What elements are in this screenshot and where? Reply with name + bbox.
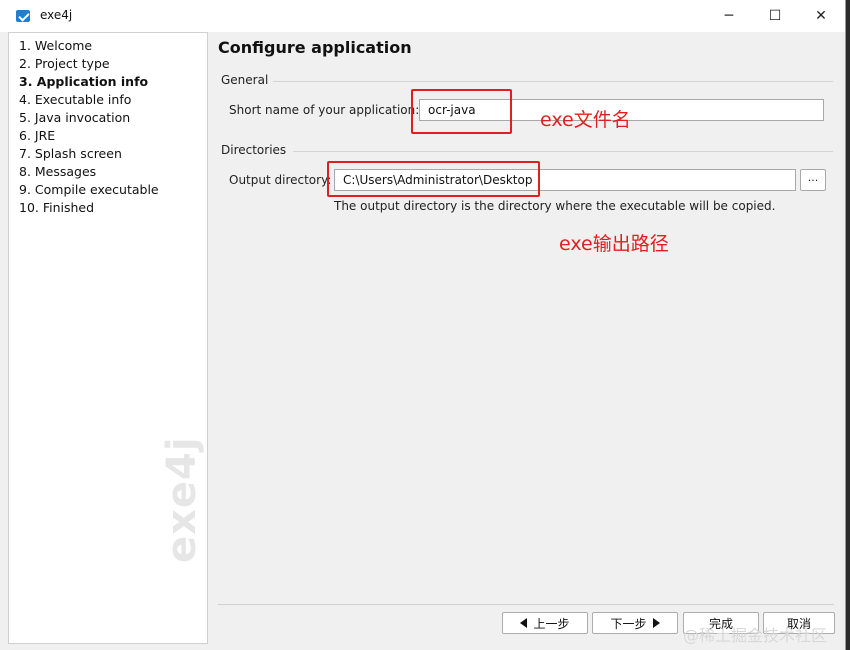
- back-button-label: 上一步: [533, 616, 570, 631]
- arrow-right-icon: [652, 618, 660, 628]
- page-title: Configure application: [218, 38, 412, 57]
- step-java-invocation[interactable]: 5. Java invocation: [19, 110, 130, 125]
- step-finished[interactable]: 10. Finished: [19, 200, 94, 215]
- main-content: Configure application General Short name…: [207, 32, 845, 650]
- next-button-label: 下一步: [610, 616, 647, 631]
- close-button[interactable]: ✕: [798, 0, 844, 32]
- step-jre[interactable]: 6. JRE: [19, 128, 55, 143]
- output-directory-hint: The output directory is the directory wh…: [334, 199, 776, 213]
- step-application-info[interactable]: 3. Application info: [19, 74, 148, 89]
- window-title: exe4j: [40, 8, 73, 22]
- minimize-button[interactable]: ─: [706, 0, 752, 32]
- step-messages[interactable]: 8. Messages: [19, 164, 96, 179]
- step-project-type[interactable]: 2. Project type: [19, 56, 110, 71]
- step-executable-info[interactable]: 4. Executable info: [19, 92, 131, 107]
- step-welcome[interactable]: 1. Welcome: [19, 38, 92, 53]
- arrow-left-icon: [520, 618, 528, 628]
- step-compile-executable[interactable]: 9. Compile executable: [19, 182, 159, 197]
- annotation-box-output-directory: [327, 161, 540, 197]
- general-section-label: General: [221, 73, 269, 87]
- step-splash-screen[interactable]: 7. Splash screen: [19, 146, 122, 161]
- exe4j-wizard-window: exe4j ─ ☐ ✕ 1. Welcome 2. Project type 3…: [0, 0, 846, 650]
- exe4j-app-icon: [16, 10, 30, 22]
- exe4j-logo-watermark: exe4j: [159, 436, 205, 563]
- annotation-box-short-name: [411, 89, 512, 134]
- directories-section-divider: [293, 151, 833, 152]
- maximize-button[interactable]: ☐: [752, 0, 798, 32]
- wizard-steps-sidebar: 1. Welcome 2. Project type 3. Applicatio…: [8, 32, 208, 644]
- short-name-label: Short name of your application:: [229, 103, 420, 117]
- annotation-exe-output-path: exe输出路径: [559, 233, 669, 255]
- juejin-community-watermark: @稀土掘金技术社区: [683, 626, 828, 645]
- general-section-divider: [273, 81, 833, 82]
- output-directory-label: Output directory:: [229, 173, 332, 187]
- title-bar: exe4j ─ ☐ ✕: [0, 0, 845, 32]
- annotation-exe-file-name: exe文件名: [540, 109, 631, 131]
- browse-button[interactable]: ...: [800, 169, 826, 191]
- back-button[interactable]: 上一步: [502, 612, 588, 634]
- next-button[interactable]: 下一步: [592, 612, 678, 634]
- directories-section-label: Directories: [221, 143, 287, 157]
- footer-divider: [218, 604, 834, 605]
